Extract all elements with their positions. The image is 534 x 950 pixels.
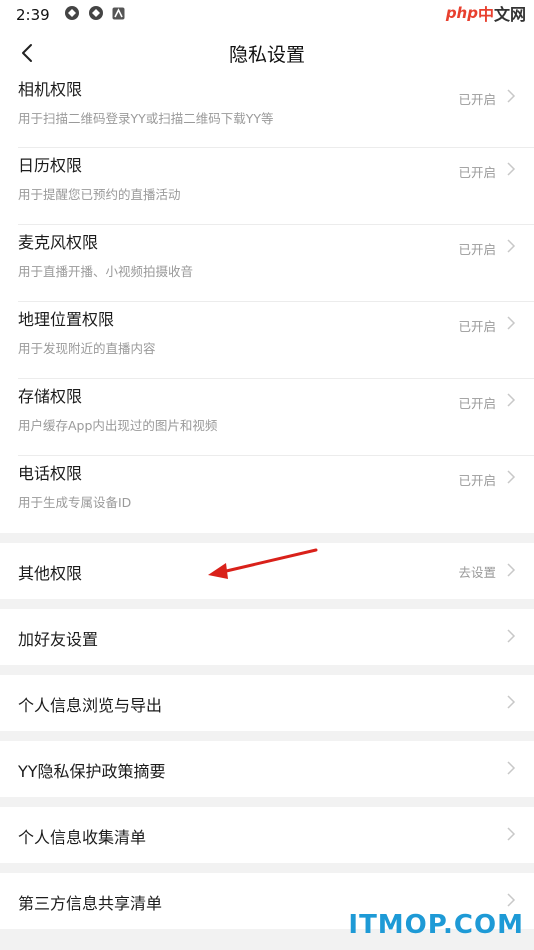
add-friend-settings-row[interactable]: 加好友设置 xyxy=(0,609,534,665)
watermark-itmop: ITMOP.COM xyxy=(348,910,524,940)
permission-desc: 用于生成专属设备ID xyxy=(18,495,132,510)
permission-status: 已开启 xyxy=(458,319,496,334)
permission-row-microphone[interactable]: 麦克风权限 用于直播开播、小视频拍摄收音 已开启 xyxy=(18,225,534,302)
other-permissions-label: 其他权限 xyxy=(18,564,83,583)
menu-item-label: 加好友设置 xyxy=(18,630,99,649)
status-time: 2:39 xyxy=(16,6,50,24)
chevron-right-icon xyxy=(507,470,516,484)
app-notification-icon xyxy=(64,5,80,25)
chevron-left-icon xyxy=(22,44,32,62)
menu-item-label: 第三方信息共享清单 xyxy=(18,894,163,913)
permission-status: 已开启 xyxy=(458,473,496,488)
menu-item-label: 个人信息浏览与导出 xyxy=(18,696,163,715)
permission-title: 存储权限 xyxy=(18,387,83,406)
permission-list: 相机权限 用于扫描二维码登录YY或扫描二维码下载YY等 已开启 日历权限 用于提… xyxy=(0,76,534,533)
permission-desc: 用于提醒您已预约的直播活动 xyxy=(18,187,181,202)
permission-row-storage[interactable]: 存储权限 用户缓存App内出现过的图片和视频 已开启 xyxy=(18,379,534,456)
chevron-right-icon xyxy=(507,316,516,330)
app-notification-icon xyxy=(88,5,104,25)
back-button[interactable] xyxy=(14,39,40,67)
other-permissions-status: 去设置 xyxy=(458,565,496,580)
permission-desc: 用户缓存App内出现过的图片和视频 xyxy=(18,418,218,433)
page-title: 隐私设置 xyxy=(228,43,305,66)
permission-desc: 用于扫描二维码登录YY或扫描二维码下载YY等 xyxy=(18,111,274,126)
menu-item-label: YY隐私保护政策摘要 xyxy=(18,762,166,781)
chevron-right-icon xyxy=(507,162,516,176)
permission-status: 已开启 xyxy=(458,165,496,180)
privacy-policy-summary-row[interactable]: YY隐私保护政策摘要 xyxy=(0,741,534,797)
watermark-php-cn: php 中 文网 xyxy=(445,4,526,24)
permission-title: 麦克风权限 xyxy=(18,233,99,252)
permission-status: 已开启 xyxy=(458,242,496,257)
permission-title: 日历权限 xyxy=(18,156,83,175)
status-bar: 2:39 php 中 文网 xyxy=(0,0,534,30)
permission-title: 电话权限 xyxy=(18,464,83,483)
permission-title: 相机权限 xyxy=(18,80,83,99)
permission-status: 已开启 xyxy=(458,396,496,411)
chevron-right-icon xyxy=(507,761,516,775)
other-permissions-row[interactable]: 其他权限 去设置 xyxy=(0,543,534,599)
section-divider xyxy=(0,665,534,675)
chevron-right-icon xyxy=(507,827,516,841)
chevron-right-icon xyxy=(507,89,516,103)
section-divider xyxy=(0,863,534,873)
section-divider xyxy=(0,599,534,609)
personal-info-export-row[interactable]: 个人信息浏览与导出 xyxy=(0,675,534,731)
chevron-right-icon xyxy=(507,563,516,577)
android-system-icon xyxy=(112,6,125,24)
permission-desc: 用于直播开播、小视频拍摄收音 xyxy=(18,264,194,279)
chevron-right-icon xyxy=(507,393,516,407)
permission-status: 已开启 xyxy=(458,92,496,107)
chevron-right-icon xyxy=(507,629,516,643)
permission-row-phone[interactable]: 电话权限 用于生成专属设备ID 已开启 xyxy=(18,456,534,533)
permission-desc: 用于发现附近的直播内容 xyxy=(18,341,156,356)
menu-item-label: 个人信息收集清单 xyxy=(18,828,147,847)
chevron-right-icon xyxy=(507,239,516,253)
permission-row-location[interactable]: 地理位置权限 用于发现附近的直播内容 已开启 xyxy=(18,302,534,379)
permission-title: 地理位置权限 xyxy=(18,310,115,329)
section-divider xyxy=(0,731,534,741)
section-divider xyxy=(0,533,534,543)
info-collection-list-row[interactable]: 个人信息收集清单 xyxy=(0,807,534,863)
section-divider xyxy=(0,797,534,807)
chevron-right-icon xyxy=(507,893,516,907)
nav-bar: 隐私设置 xyxy=(0,30,534,76)
permission-row-camera[interactable]: 相机权限 用于扫描二维码登录YY或扫描二维码下载YY等 已开启 xyxy=(18,76,534,148)
permission-row-calendar[interactable]: 日历权限 用于提醒您已预约的直播活动 已开启 xyxy=(18,148,534,225)
chevron-right-icon xyxy=(507,695,516,709)
